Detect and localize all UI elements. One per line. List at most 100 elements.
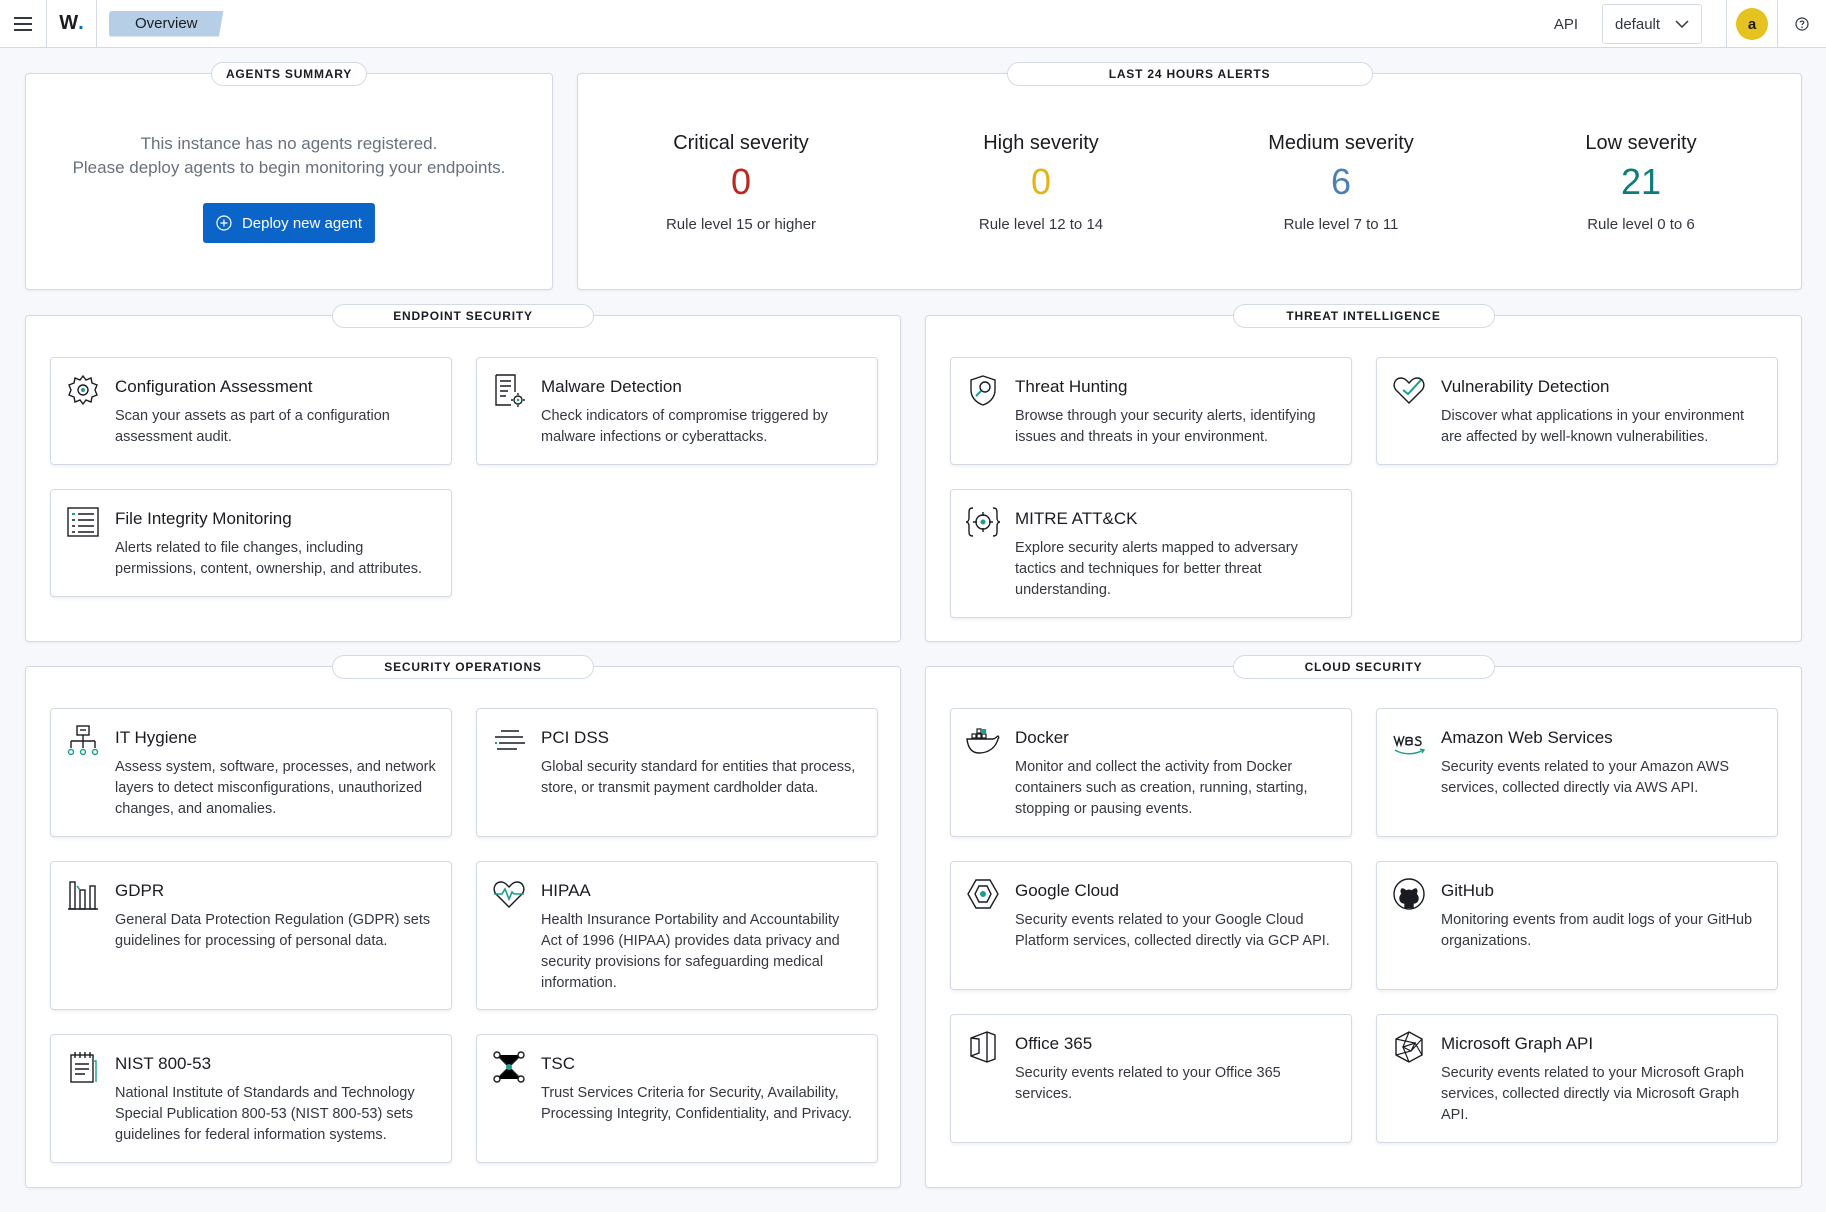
top-header: W. Overview API default a [0,0,1826,48]
plus-circle-icon [216,215,232,231]
alert-value[interactable]: 21 [1491,160,1791,204]
list-icon [67,507,99,537]
gear-icon [68,374,98,406]
panel-title: CLOUD SECURITY [1232,655,1495,679]
github-icon [1393,878,1425,910]
office365-icon [970,1031,996,1063]
alert-rule: Rule level 0 to 6 [1587,216,1695,233]
no-agents-line-1: This instance has no agents registered. [140,134,438,153]
wazuh-logo[interactable]: W. [47,0,97,48]
card-title: TSC [541,1054,575,1073]
card-vulnerability-detection[interactable]: Vulnerability Detection Discover what ap… [1376,357,1778,465]
card-title: Google Cloud [1015,881,1119,900]
card-github[interactable]: GitHub Monitoring events from audit logs… [1376,861,1778,990]
card-title: Malware Detection [541,377,682,396]
card-gdpr[interactable]: GDPR General Data Protection Regulation … [50,861,452,1010]
alert-value[interactable]: 0 [591,160,891,204]
alert-rule: Rule level 7 to 11 [1283,216,1399,233]
alert-value[interactable]: 0 [891,160,1191,204]
card-hipaa[interactable]: HIPAA Health Insurance Portability and A… [476,861,878,1010]
card-mitre-attack[interactable]: MITRE ATT&CK Explore security alerts map… [950,489,1352,618]
card-office-365[interactable]: Office 365 Security events related to yo… [950,1014,1352,1143]
card-description: Alerts related to file changes, includin… [115,540,423,577]
card-title: GDPR [115,881,165,900]
card-nist-800-53[interactable]: NIST 800-53 National Institute of Standa… [50,1034,452,1163]
card-description: National Institute of Standards and Tech… [115,1085,415,1143]
panel-title: SECURITY OPERATIONS [332,655,594,679]
card-description: Security events related to your Office 3… [1015,1065,1281,1102]
alert-high[interactable]: High severity 0 Rule level 12 to 14 [891,130,1191,233]
card-title: NIST 800-53 [115,1054,212,1073]
card-malware-detection[interactable]: Malware Detection Check indicators of co… [476,357,878,465]
last-24h-alerts-panel: LAST 24 HOURS ALERTS Critical severity 0… [577,62,1802,290]
card-it-hygiene[interactable]: IT Hygiene Assess system, software, proc… [50,708,452,837]
shield-search-icon [970,375,996,406]
target-brackets-icon [965,507,1001,537]
heart-pulse-icon [493,881,525,908]
card-microsoft-graph-api[interactable]: Microsoft Graph API Security events rela… [1376,1014,1778,1143]
alert-value[interactable]: 6 [1191,160,1491,204]
card-title: Configuration Assessment [115,377,313,396]
card-title: PCI DSS [541,728,610,747]
nodes-icon [493,1051,525,1083]
card-description: Browse through your security alerts, ide… [1015,408,1316,445]
card-description: General Data Protection Regulation (GDPR… [115,912,431,949]
alert-medium[interactable]: Medium severity 6 Rule level 7 to 11 [1191,130,1491,233]
card-description: Security events related to your Google C… [1015,912,1330,949]
alert-low[interactable]: Low severity 21 Rule level 0 to 6 [1491,130,1791,233]
bar-chart-icon [68,881,98,910]
card-amazon-web-services[interactable]: Amazon Web Services Security events rela… [1376,708,1778,837]
document-gear-icon [495,374,525,407]
alert-name: Medium severity [1268,132,1414,154]
card-title: GitHub [1441,881,1494,900]
card-title: IT Hygiene [115,728,197,747]
api-label: API [1553,15,1578,33]
deploy-new-agent-button[interactable]: Deploy new agent [202,203,376,243]
agents-summary-panel: AGENTS SUMMARY This instance has no agen… [25,62,553,290]
card-tsc[interactable]: TSC Trust Services Criteria for Security… [476,1034,878,1163]
user-avatar[interactable]: a [1736,8,1768,40]
card-description: Explore security alerts mapped to advers… [1015,540,1298,598]
panel-title: LAST 24 HOURS ALERTS [1006,62,1373,86]
menu-button[interactable] [0,0,47,48]
security-operations-panel: SECURITY OPERATIONS IT Hygiene Assess sy… [25,655,901,1188]
card-title: Amazon Web Services [1441,728,1613,747]
lines-icon [495,730,525,750]
card-title: MITRE ATT&CK [1015,509,1138,528]
card-configuration-assessment[interactable]: Configuration Assessment Scan your asset… [50,357,452,465]
card-title: HIPAA [541,881,591,900]
card-description: Security events related to your Amazon A… [1441,759,1729,796]
card-description: Assess system, software, processes, and … [115,759,436,817]
card-description: Trust Services Criteria for Security, Av… [541,1085,853,1122]
api-select-value: default [1615,15,1661,33]
no-agents-message: This instance has no agents registered. … [26,132,552,180]
card-pci-dss[interactable]: PCI DSS Global security standard for ent… [476,708,878,837]
network-icon [67,725,99,756]
chevron-down-icon [1675,20,1689,28]
card-docker[interactable]: Docker Monitor and collect the activity … [950,708,1352,837]
card-title: Microsoft Graph API [1441,1034,1594,1053]
card-file-integrity-monitoring[interactable]: File Integrity Monitoring Alerts related… [50,489,452,597]
alert-rule: Rule level 12 to 14 [978,216,1104,233]
cloud-security-panel: CLOUD SECURITY Docker Monitor and collec… [925,655,1802,1188]
card-description: Discover what applications in your envir… [1441,408,1745,445]
alert-name: Low severity [1585,132,1697,154]
microsoft-graph-icon [1395,1031,1423,1063]
threat-intelligence-panel: THREAT INTELLIGENCE Threat Hunting Brows… [925,304,1802,642]
no-agents-line-2: Please deploy agents to begin monitoring… [72,158,506,177]
google-cloud-icon [967,879,999,909]
card-title: File Integrity Monitoring [115,509,292,528]
alert-name: High severity [983,132,1099,154]
help-button[interactable] [1778,0,1826,48]
card-title: Office 365 [1015,1034,1093,1053]
breadcrumb-overview[interactable]: Overview [109,10,224,37]
card-threat-hunting[interactable]: Threat Hunting Browse through your secur… [950,357,1352,465]
card-google-cloud[interactable]: Google Cloud Security events related to … [950,861,1352,990]
api-select[interactable]: default [1602,4,1702,44]
deploy-button-label: Deploy new agent [241,214,363,232]
alert-critical[interactable]: Critical severity 0 Rule level 15 or hig… [591,130,891,233]
alert-name: Critical severity [673,132,809,154]
docker-icon [966,728,1000,754]
help-icon [1795,17,1809,31]
heart-check-icon [1393,377,1425,404]
